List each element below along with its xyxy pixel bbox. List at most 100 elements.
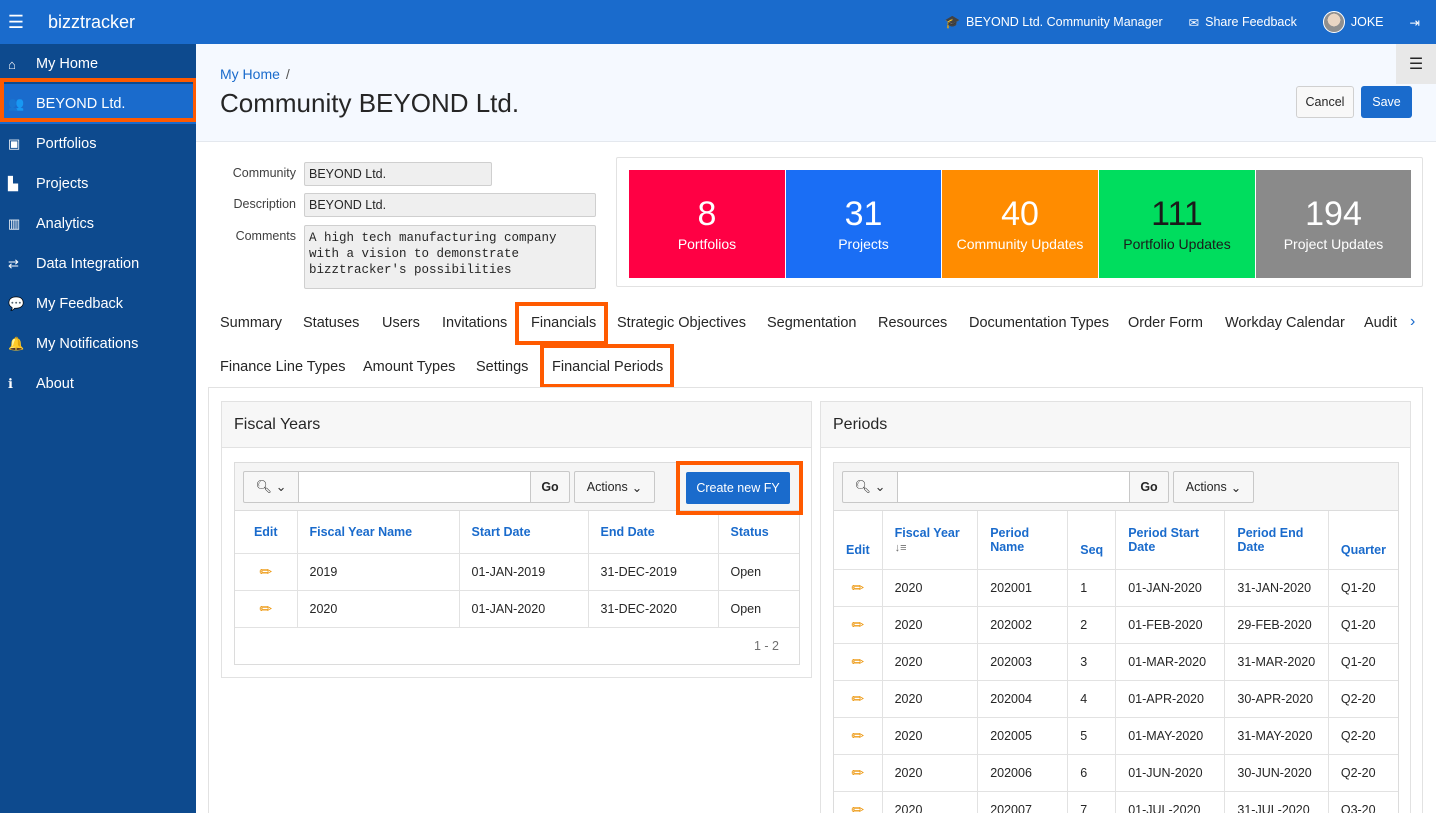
share-feedback-label: Share Feedback — [1205, 15, 1297, 29]
cell-period-end-date: 29-FEB-2020 — [1224, 606, 1329, 644]
user-menu[interactable]: JOKE — [1322, 11, 1384, 33]
tab-documentation-types[interactable]: Documentation Types — [969, 315, 1109, 331]
comments-textarea[interactable]: A high tech manufacturing company with a… — [304, 225, 596, 289]
cell-start-date: 01-JAN-2020 — [459, 590, 589, 628]
community-manager-link[interactable]: 🎓 BEYOND Ltd. Community Manager — [944, 15, 1162, 30]
tab-audit[interactable]: Audit — [1364, 315, 1398, 331]
tab-resources[interactable]: Resources — [878, 315, 947, 331]
tab-settings[interactable]: Settings — [476, 359, 528, 375]
edit-cell[interactable]: ✏ — [834, 791, 883, 813]
actions-menu-button[interactable]: Actions ⌄ — [574, 471, 655, 503]
badge-portfolios[interactable]: 8 Portfolios — [629, 170, 785, 278]
tab-order-form[interactable]: Order Form — [1128, 315, 1203, 331]
cancel-button[interactable]: Cancel — [1296, 86, 1354, 118]
region-menu-icon[interactable]: ☰ — [1396, 44, 1436, 84]
app-brand[interactable]: bizztracker — [48, 12, 135, 33]
tab-financial-periods[interactable]: Financial Periods — [552, 359, 663, 375]
pencil-icon[interactable]: ✏ — [852, 765, 865, 782]
badge-label: Project Updates — [1283, 236, 1384, 252]
periods-grid: 🔍︎ ⌄ Go Actions ⌄ Edit Fiscal Year ↓≡ Peri… — [833, 462, 1399, 813]
tab-amount-types[interactable]: Amount Types — [363, 359, 455, 375]
description-row: Description BEYOND Ltd. — [196, 193, 596, 217]
tab-finance-line-types[interactable]: Finance Line Types — [220, 359, 345, 375]
sidebar-item-analytics[interactable]: ▥ Analytics — [0, 204, 196, 244]
column-header-period-end-date[interactable]: Period End Date — [1224, 511, 1329, 570]
create-new-fy-button[interactable]: Create new FY — [686, 472, 790, 504]
sidebar: ⌂ My Home 👥 BEYOND Ltd. ▣ Portfolios ▙ Proje… — [0, 44, 196, 813]
pencil-icon[interactable]: ✏ — [852, 654, 865, 671]
pencil-icon[interactable]: ✏ — [259, 564, 272, 581]
sidebar-item-my-notifications[interactable]: 🔔 My Notifications — [0, 324, 196, 364]
tab-financials[interactable]: Financials — [531, 315, 596, 331]
actions-menu-button[interactable]: Actions ⌄ — [1173, 471, 1254, 503]
cell-quarter: Q1-20 — [1328, 643, 1398, 681]
search-column-button[interactable]: 🔍︎ ⌄ — [842, 471, 898, 503]
chevron-right-icon[interactable]: › — [1410, 313, 1415, 331]
badge-community-updates[interactable]: 40 Community Updates — [942, 170, 1098, 278]
column-header-start-date[interactable]: Start Date — [459, 511, 589, 554]
column-header-fiscal-year-name[interactable]: Fiscal Year Name — [297, 511, 460, 554]
pencil-icon[interactable]: ✏ — [852, 617, 865, 634]
cell-period-start-date: 01-FEB-2020 — [1115, 606, 1226, 644]
community-field[interactable]: BEYOND Ltd. — [304, 162, 492, 186]
sidebar-item-about[interactable]: ℹ About — [0, 364, 196, 404]
tab-invitations[interactable]: Invitations — [442, 315, 507, 331]
go-button[interactable]: Go — [1129, 471, 1169, 503]
badge-projects[interactable]: 31 Projects — [786, 170, 941, 278]
cell-fiscal-year-name: 2020 — [297, 590, 460, 628]
go-button[interactable]: Go — [530, 471, 570, 503]
column-header-status[interactable]: Status — [718, 511, 799, 554]
badge-project-updates[interactable]: 194 Project Updates — [1256, 170, 1411, 278]
tab-workday-calendar[interactable]: Workday Calendar — [1225, 315, 1345, 331]
comments-row: Comments A high tech manufacturing compa… — [196, 225, 596, 289]
cell-period-end-date: 31-JAN-2020 — [1224, 569, 1329, 607]
description-field[interactable]: BEYOND Ltd. — [304, 193, 596, 217]
save-button[interactable]: Save — [1361, 86, 1412, 118]
sidebar-item-beyond[interactable]: 👥 BEYOND Ltd. — [0, 84, 196, 124]
pencil-icon[interactable]: ✏ — [852, 691, 865, 708]
sidebar-item-projects[interactable]: ▙ Projects — [0, 164, 196, 204]
table-row: ✏ 2020 202006 6 01-JUN-2020 30-JUN-2020 … — [834, 754, 1398, 792]
sidebar-item-my-feedback[interactable]: 💬 My Feedback — [0, 284, 196, 324]
search-column-button[interactable]: 🔍︎ ⌄ — [243, 471, 299, 503]
page-title: Community BEYOND Ltd. — [220, 88, 520, 118]
edit-cell[interactable]: ✏ — [834, 754, 883, 792]
search-input[interactable] — [298, 471, 531, 503]
pencil-icon[interactable]: ✏ — [852, 728, 865, 745]
pencil-icon[interactable]: ✏ — [852, 580, 865, 597]
search-input[interactable] — [897, 471, 1130, 503]
edit-cell[interactable]: ✏ — [834, 680, 883, 718]
edit-cell[interactable]: ✏ — [834, 569, 883, 607]
column-header-fiscal-year[interactable]: Fiscal Year ↓≡ — [882, 511, 979, 570]
edit-cell[interactable]: ✏ — [834, 606, 883, 644]
cell-period-name: 202003 — [977, 643, 1069, 681]
share-feedback-link[interactable]: ✉ Share Feedback — [1189, 15, 1297, 30]
badge-label: Portfolios — [677, 236, 737, 252]
column-header-quarter[interactable]: Quarter — [1328, 511, 1398, 570]
column-header-period-name[interactable]: Period Name — [977, 511, 1069, 570]
cell-fiscal-year: 2020 — [882, 754, 979, 792]
breadcrumb-my-home[interactable]: My Home — [220, 66, 280, 82]
tab-statuses[interactable]: Statuses — [303, 315, 359, 331]
tab-summary[interactable]: Summary — [220, 315, 282, 331]
column-header-seq[interactable]: Seq — [1067, 511, 1117, 570]
column-header-period-start-date[interactable]: Period Start Date — [1115, 511, 1226, 570]
tab-users[interactable]: Users — [382, 315, 420, 331]
tab-segmentation[interactable]: Segmentation — [767, 315, 856, 331]
edit-cell[interactable]: ✏ — [235, 553, 298, 591]
edit-cell[interactable]: ✏ — [235, 590, 298, 628]
column-header-end-date[interactable]: End Date — [588, 511, 719, 554]
sidebar-item-my-home[interactable]: ⌂ My Home — [0, 44, 196, 84]
menu-toggle-icon[interactable]: ☰ — [0, 0, 32, 44]
edit-cell[interactable]: ✏ — [834, 643, 883, 681]
pencil-icon[interactable]: ✏ — [852, 802, 865, 813]
edit-cell[interactable]: ✏ — [834, 717, 883, 755]
sidebar-item-portfolios[interactable]: ▣ Portfolios — [0, 124, 196, 164]
sidebar-item-data-integration[interactable]: ⇄ Data Integration — [0, 244, 196, 284]
badge-portfolio-updates[interactable]: 111 Portfolio Updates — [1099, 170, 1255, 278]
cell-end-date: 31-DEC-2020 — [588, 590, 719, 628]
sign-out-icon[interactable]: ⇥ — [1410, 15, 1420, 30]
table-row: ✏ 2020 202007 7 01-JUL-2020 31-JUL-2020 … — [834, 791, 1398, 813]
tab-strategic-objectives[interactable]: Strategic Objectives — [617, 315, 746, 331]
pencil-icon[interactable]: ✏ — [259, 601, 272, 618]
